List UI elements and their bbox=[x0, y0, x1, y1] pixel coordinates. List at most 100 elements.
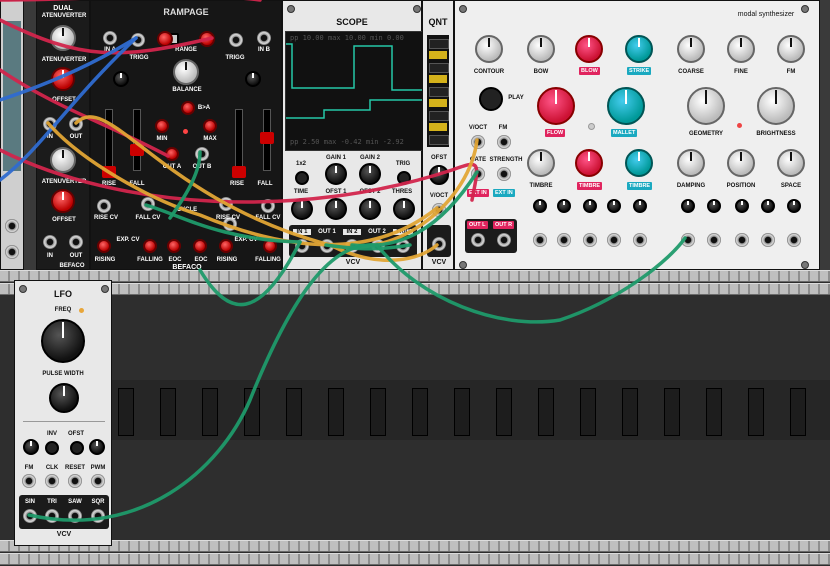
attenuator-knob[interactable] bbox=[557, 199, 571, 213]
out-1-jack[interactable] bbox=[69, 117, 83, 131]
trigg-a-button[interactable] bbox=[157, 31, 173, 47]
ofst1-knob[interactable] bbox=[325, 198, 347, 220]
fall-a-slider[interactable] bbox=[130, 109, 144, 171]
pwm-jack[interactable] bbox=[91, 474, 105, 488]
modal-cv-jack[interactable] bbox=[583, 233, 597, 247]
max-jack[interactable] bbox=[203, 119, 217, 133]
gain2-knob[interactable] bbox=[359, 163, 381, 185]
fall-b-handle[interactable] bbox=[260, 132, 274, 144]
damping-knob[interactable] bbox=[677, 149, 705, 177]
fall-b-slider[interactable] bbox=[260, 109, 274, 171]
blow-knob[interactable] bbox=[575, 35, 603, 63]
modal-cv-jack[interactable] bbox=[761, 233, 775, 247]
rising-a-jack[interactable] bbox=[97, 239, 111, 253]
shape-a-knob[interactable] bbox=[113, 71, 129, 87]
qnt-key[interactable] bbox=[429, 63, 449, 73]
balance-knob[interactable] bbox=[173, 59, 199, 85]
modal-cv-jack[interactable] bbox=[681, 233, 695, 247]
fm-knob[interactable] bbox=[777, 35, 805, 63]
attenuator-knob[interactable] bbox=[761, 199, 775, 213]
partial-module-jack[interactable] bbox=[5, 219, 19, 233]
lfo-fm-jack[interactable] bbox=[22, 474, 36, 488]
in-a-jack[interactable] bbox=[103, 31, 117, 45]
ofst-button[interactable] bbox=[70, 441, 84, 455]
voct-jack[interactable] bbox=[471, 135, 485, 149]
qnt-key[interactable] bbox=[429, 123, 447, 131]
modal-cv-jack[interactable] bbox=[735, 233, 749, 247]
modal-cv-jack[interactable] bbox=[707, 233, 721, 247]
qnt-ofst-knob[interactable] bbox=[429, 165, 449, 185]
tri-jack[interactable] bbox=[45, 509, 59, 523]
qnt-out-jack[interactable] bbox=[432, 237, 446, 251]
min-jack[interactable] bbox=[155, 119, 169, 133]
in2-jack[interactable] bbox=[345, 239, 359, 253]
pulse-width-knob[interactable] bbox=[49, 383, 79, 413]
out-b-jack[interactable] bbox=[195, 147, 209, 161]
atenuverter-2-knob[interactable] bbox=[50, 147, 76, 173]
attenuator-knob[interactable] bbox=[607, 199, 621, 213]
rise-b-handle[interactable] bbox=[232, 166, 246, 178]
strength-jack[interactable] bbox=[497, 167, 511, 181]
trig-button[interactable] bbox=[397, 171, 411, 185]
attenuator-knob[interactable] bbox=[633, 199, 647, 213]
rise-b-slider[interactable] bbox=[232, 109, 246, 178]
brightness-knob[interactable] bbox=[757, 87, 795, 125]
timbre-2-knob[interactable] bbox=[575, 149, 603, 177]
modal-cv-jack[interactable] bbox=[533, 233, 547, 247]
modal-cv-jack[interactable] bbox=[607, 233, 621, 247]
inv-button[interactable] bbox=[45, 441, 59, 455]
falling-a-jack[interactable] bbox=[143, 239, 157, 253]
trig-jack[interactable] bbox=[396, 239, 410, 253]
thres-knob[interactable] bbox=[393, 198, 415, 220]
timbre-1-knob[interactable] bbox=[527, 149, 555, 177]
qnt-key[interactable] bbox=[429, 87, 449, 97]
gate-jack[interactable] bbox=[471, 167, 485, 181]
out2-jack[interactable] bbox=[371, 239, 385, 253]
freq-knob[interactable] bbox=[41, 319, 85, 363]
qnt-key[interactable] bbox=[429, 135, 449, 145]
attenuator-knob[interactable] bbox=[533, 199, 547, 213]
shape-b-knob[interactable] bbox=[245, 71, 261, 87]
sqr-jack[interactable] bbox=[91, 509, 105, 523]
qnt-key[interactable] bbox=[429, 99, 447, 107]
qnt-key[interactable] bbox=[429, 75, 447, 83]
qnt-key[interactable] bbox=[429, 39, 449, 49]
ofst2-knob[interactable] bbox=[359, 198, 381, 220]
rise-a-slider[interactable] bbox=[102, 109, 116, 178]
attenuator-knob[interactable] bbox=[787, 199, 801, 213]
coarse-knob[interactable] bbox=[677, 35, 705, 63]
rise-a-handle[interactable] bbox=[102, 166, 116, 178]
trigg-b-jack[interactable] bbox=[229, 33, 243, 47]
bow-knob[interactable] bbox=[527, 35, 555, 63]
out-l-jack[interactable] bbox=[471, 233, 485, 247]
clk-jack[interactable] bbox=[45, 474, 59, 488]
attenuator-knob[interactable] bbox=[583, 199, 597, 213]
rising-b-jack[interactable] bbox=[219, 239, 233, 253]
out-r-jack[interactable] bbox=[497, 233, 511, 247]
trigg-b-button[interactable] bbox=[199, 31, 215, 47]
eoc-b-jack[interactable] bbox=[193, 239, 207, 253]
partial-module-jack[interactable] bbox=[5, 245, 19, 259]
gain1-knob[interactable] bbox=[325, 163, 347, 185]
rise-cv-a-jack[interactable] bbox=[97, 199, 111, 213]
b-gt-a-jack[interactable] bbox=[181, 101, 195, 115]
geometry-knob[interactable] bbox=[687, 87, 725, 125]
saw-jack[interactable] bbox=[68, 509, 82, 523]
eoc-a-jack[interactable] bbox=[167, 239, 181, 253]
qnt-key[interactable] bbox=[429, 111, 449, 121]
position-knob[interactable] bbox=[727, 149, 755, 177]
timbre-3-knob[interactable] bbox=[625, 149, 653, 177]
fine-knob[interactable] bbox=[727, 35, 755, 63]
offset-1-knob[interactable] bbox=[51, 67, 75, 91]
offset-2-knob[interactable] bbox=[51, 189, 75, 213]
fm-jack[interactable] bbox=[497, 135, 511, 149]
falling-b-jack[interactable] bbox=[263, 239, 277, 253]
contour-knob[interactable] bbox=[475, 35, 503, 63]
trigg-a-jack[interactable] bbox=[131, 33, 145, 47]
modal-cv-jack[interactable] bbox=[633, 233, 647, 247]
out-2-jack[interactable] bbox=[69, 235, 83, 249]
cycle-b-jack[interactable] bbox=[219, 197, 233, 211]
cycle-a-jack[interactable] bbox=[141, 197, 155, 211]
play-button[interactable] bbox=[479, 87, 503, 111]
qnt-in-jack[interactable] bbox=[432, 203, 446, 217]
